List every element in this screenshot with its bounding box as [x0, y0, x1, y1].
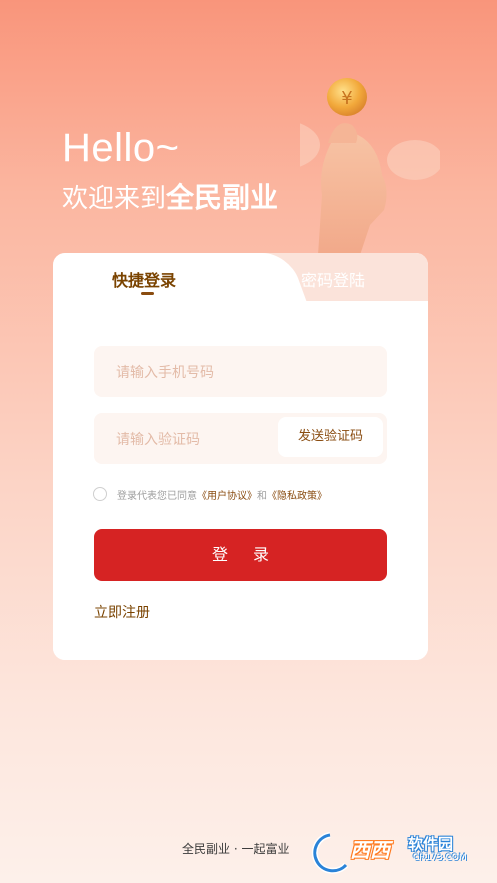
- phone-placeholder: 请输入手机号码: [116, 365, 214, 381]
- tab-password-login[interactable]: 密码登陆: [301, 267, 365, 291]
- privacy-policy-link[interactable]: 《隐私政策》: [267, 487, 327, 502]
- agree-and: 和: [257, 490, 267, 502]
- app-name: 全民副业: [166, 181, 279, 214]
- watermark-soft: 软件园: [408, 835, 454, 853]
- welcome-prefix: 欢迎来到: [62, 184, 167, 214]
- agree-checkbox[interactable]: [93, 487, 107, 501]
- tab-quick-login[interactable]: 快捷登录: [112, 267, 176, 291]
- watermark-brand: 西西: [350, 838, 390, 862]
- footer-slogan: 全民副业 · 一起富业: [182, 842, 290, 856]
- agree-prefix: 登录代表您已同意: [117, 490, 197, 502]
- watermark-url: CR173.COM: [413, 853, 467, 863]
- agreement-row: 登录代表您已同意 《用户协议》 和 《隐私政策》: [93, 486, 327, 502]
- send-code-button[interactable]: 发送验证码: [278, 417, 383, 457]
- svg-text:¥: ¥: [341, 88, 352, 109]
- login-button[interactable]: 登 录: [94, 529, 387, 581]
- welcome-text: 欢迎来到全民副业: [62, 176, 278, 216]
- code-placeholder: 请输入验证码: [116, 432, 200, 448]
- phone-input[interactable]: 请输入手机号码: [94, 346, 387, 397]
- active-tab-indicator: [141, 292, 154, 295]
- hand-coin-illustration: ¥: [300, 78, 440, 255]
- login-card: 快捷登录 密码登陆 请输入手机号码 请输入验证码 发送验证码 登录代表您已同意 …: [53, 253, 428, 660]
- user-agreement-link[interactable]: 《用户协议》: [197, 487, 257, 502]
- register-link[interactable]: 立即注册: [94, 602, 150, 622]
- code-input[interactable]: 请输入验证码 发送验证码: [94, 413, 387, 464]
- hello-heading: Hello~: [62, 126, 180, 170]
